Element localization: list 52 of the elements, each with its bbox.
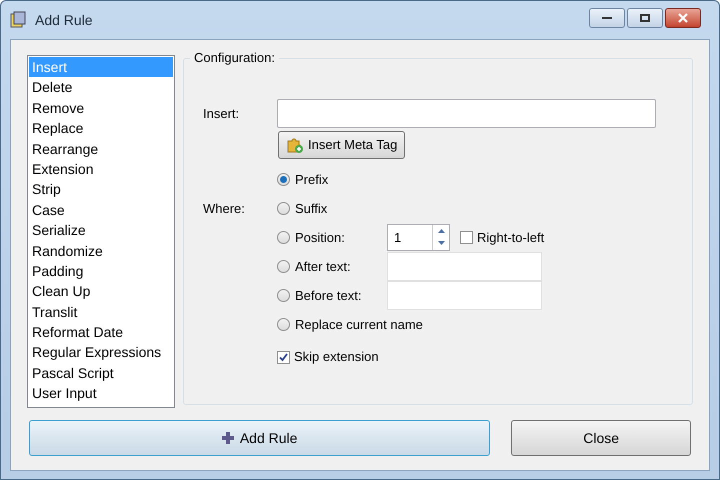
insert-label: Insert: xyxy=(203,104,240,123)
text-field[interactable] xyxy=(387,252,542,281)
rule-list-item[interactable]: Pascal Script xyxy=(29,362,173,384)
checkbox[interactable] xyxy=(277,350,290,364)
option-label: Before text: xyxy=(295,286,362,305)
rule-list-item[interactable]: Regular Expressions xyxy=(29,342,173,363)
radio-button[interactable] xyxy=(277,289,290,302)
option-label: Suffix xyxy=(295,200,328,218)
insert-meta-tag-button[interactable]: Insert Meta Tag xyxy=(278,131,406,159)
rule-list-item[interactable]: Translit xyxy=(29,302,173,322)
option-label: After text: xyxy=(295,258,351,276)
rule-list-item[interactable]: Extension xyxy=(29,158,173,180)
app-icon xyxy=(9,11,27,29)
right-to-left-label: Right-to-left xyxy=(477,228,544,247)
option-label: Replace current name xyxy=(295,316,423,334)
rule-list-item[interactable]: Clean Up xyxy=(29,281,173,302)
rule-list-item[interactable]: Serialize xyxy=(29,220,173,241)
rule-list-item[interactable]: Rearrange xyxy=(29,138,173,159)
minimize-button[interactable] xyxy=(589,8,625,28)
rule-list-item[interactable]: Padding xyxy=(29,260,173,282)
close-icon xyxy=(678,13,688,23)
group-title: Configuration: xyxy=(190,50,279,66)
maximize-button[interactable] xyxy=(627,8,663,28)
rule-list-item[interactable]: Case xyxy=(29,200,173,220)
radio-button[interactable] xyxy=(277,260,290,273)
radio-button[interactable] xyxy=(277,318,290,331)
rule-list-item[interactable]: Remove xyxy=(29,98,173,118)
rule-list-item[interactable]: Randomize xyxy=(29,240,173,261)
radio-button[interactable] xyxy=(277,231,290,244)
window-title: Add Rule xyxy=(35,10,93,30)
rule-list-item[interactable]: Delete xyxy=(29,77,173,98)
radio-button[interactable] xyxy=(277,173,290,186)
checkbox[interactable] xyxy=(460,231,473,244)
number-spinner[interactable]: 1 xyxy=(387,224,450,251)
rule-list-item[interactable]: Reformat Date xyxy=(29,322,173,342)
minimize-icon xyxy=(602,16,612,20)
add-rule-button[interactable]: Add Rule xyxy=(29,420,490,456)
rule-list-item[interactable]: Replace xyxy=(29,118,173,139)
option-label: Position: xyxy=(295,228,345,247)
puzzle-plus-icon xyxy=(286,136,304,154)
text-field[interactable] xyxy=(387,281,542,310)
close-window-button[interactable] xyxy=(665,8,701,28)
rule-list-item[interactable]: User Input xyxy=(29,383,173,404)
close-button[interactable]: Close xyxy=(511,420,691,456)
plus-icon xyxy=(222,432,234,444)
option-label: Prefix xyxy=(295,170,328,189)
where-label: Where: xyxy=(203,200,245,218)
insert-field[interactable] xyxy=(277,99,656,128)
rule-list-item[interactable]: Strip xyxy=(29,179,173,200)
maximize-icon xyxy=(640,14,650,22)
skip-extension-label: Skip extension xyxy=(294,348,379,366)
radio-button[interactable] xyxy=(277,202,290,215)
